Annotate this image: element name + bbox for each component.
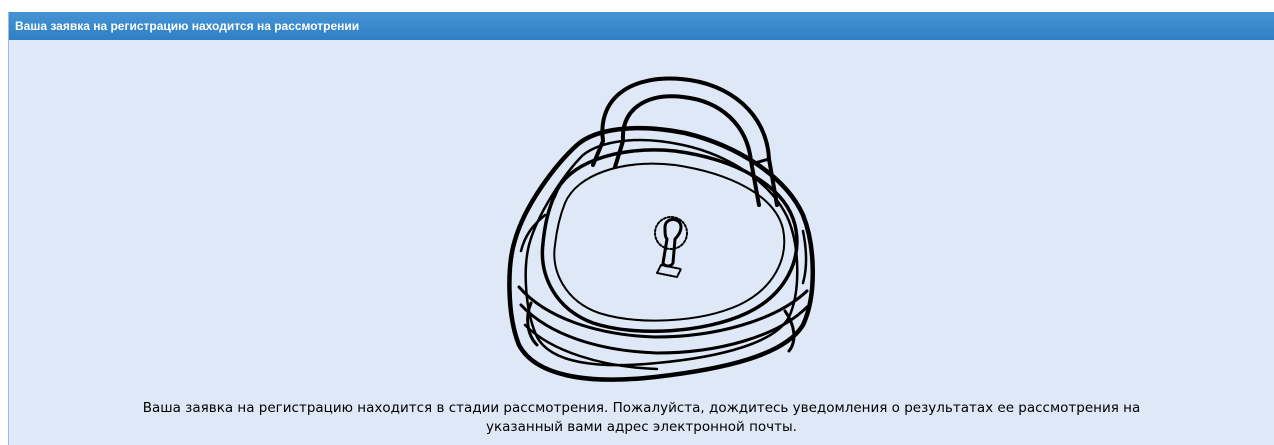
status-message-line-2: указанный вами адрес электронной почты. (486, 419, 797, 435)
status-message-line-1: Ваша заявка на регистрацию находится в с… (142, 400, 1141, 416)
panel-title: Ваша заявка на регистрацию находится на … (9, 12, 1274, 40)
registration-status-panel: Ваша заявка на регистрацию находится на … (8, 12, 1274, 445)
status-message: Ваша заявка на регистрацию находится в с… (9, 399, 1274, 437)
padlock-icon (485, 55, 835, 395)
panel-body: Ваша заявка на регистрацию находится в с… (9, 40, 1274, 445)
